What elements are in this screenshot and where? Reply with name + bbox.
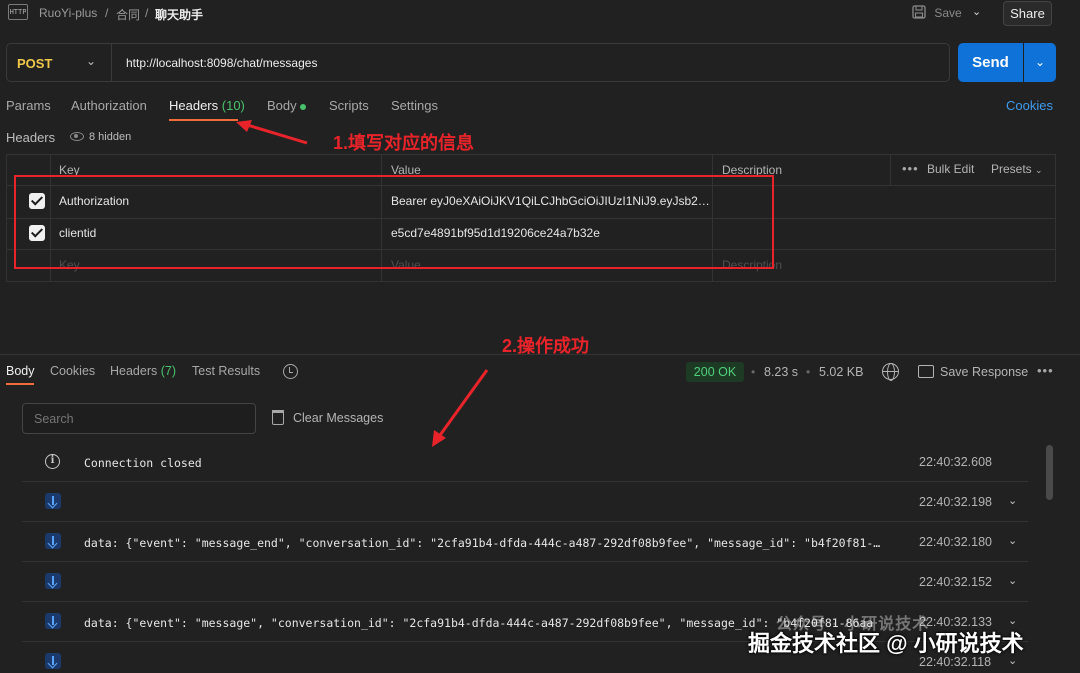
- message-timestamp: 22:40:32.180: [919, 535, 992, 549]
- annotation-success: 2.操作成功: [502, 336, 590, 356]
- message-text: data: {"event": "message_end", "conversa…: [84, 536, 881, 550]
- watermark: 掘金技术社区 @ 小研说技术: [748, 631, 1024, 656]
- message-text: Connection closed: [84, 456, 202, 470]
- message-timestamp: 22:40:32.152: [919, 575, 992, 589]
- info-icon: i: [45, 454, 60, 469]
- active-response-tab-indicator: [6, 383, 34, 385]
- response-tab-cookies[interactable]: Cookies: [50, 364, 95, 378]
- message-row[interactable]: i Connection closed 22:40:32.608: [22, 442, 1028, 482]
- save-response-icon: [918, 365, 934, 378]
- response-tab-body[interactable]: Body: [6, 364, 35, 378]
- expand-chevron-icon[interactable]: ⌄: [1008, 534, 1017, 547]
- message-list-scrollbar[interactable]: [1046, 445, 1053, 500]
- annotation-arrow: [236, 120, 308, 145]
- status-badge[interactable]: 200 OK: [686, 362, 744, 382]
- received-arrow-icon: [45, 613, 61, 629]
- received-arrow-icon: [45, 573, 61, 589]
- save-response-button[interactable]: Save Response: [940, 365, 1028, 379]
- response-tab-test-results[interactable]: Test Results: [192, 364, 260, 378]
- response-tab-headers-count: (7): [160, 364, 177, 378]
- expand-chevron-icon[interactable]: ⌄: [1008, 494, 1017, 507]
- message-row[interactable]: 22:40:32.152 ⌄: [22, 562, 1028, 602]
- response-tab-headers-label: Headers: [110, 364, 158, 378]
- separator-dot: •: [751, 365, 756, 379]
- response-more-icon[interactable]: •••: [1037, 363, 1054, 378]
- received-arrow-icon: [45, 493, 61, 509]
- annotation-arrow: [432, 369, 489, 447]
- response-size[interactable]: 5.02 KB: [819, 365, 863, 379]
- response-time[interactable]: 8.23 s: [764, 365, 798, 379]
- trash-icon: [272, 410, 284, 425]
- received-arrow-icon: [45, 533, 61, 549]
- expand-chevron-icon[interactable]: ⌄: [1008, 574, 1017, 587]
- message-row[interactable]: data: {"event": "message_end", "conversa…: [22, 522, 1028, 562]
- received-arrow-icon: [45, 653, 61, 669]
- message-timestamp: 22:40:32.198: [919, 495, 992, 509]
- clear-messages-button[interactable]: Clear Messages: [293, 411, 383, 425]
- response-tab-headers[interactable]: Headers (7): [110, 364, 176, 378]
- globe-icon[interactable]: [882, 363, 899, 381]
- message-timestamp: 22:40:32.608: [919, 455, 992, 469]
- annotation-fill-info: 1.填写对应的信息: [333, 133, 475, 153]
- separator-dot: •: [806, 365, 811, 379]
- message-row[interactable]: 22:40:32.198 ⌄: [22, 482, 1028, 522]
- search-input[interactable]: [22, 403, 256, 434]
- history-icon[interactable]: [283, 364, 298, 379]
